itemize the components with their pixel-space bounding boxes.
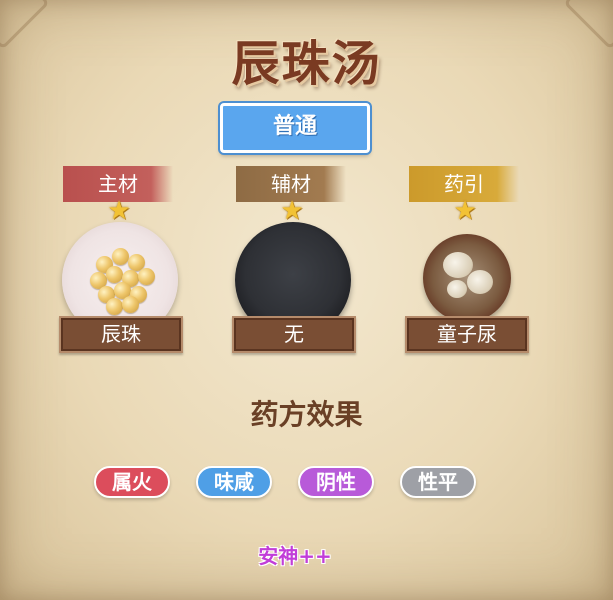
property-tag-salty: 味咸: [196, 466, 272, 498]
property-tag-yin: 阴性: [298, 466, 374, 498]
effects-title: 药方效果: [250, 398, 363, 431]
property-tag-fire: 属火: [94, 466, 170, 498]
star-icon: ★: [280, 196, 304, 226]
liquid-bowl-icon: [423, 234, 511, 322]
property-tag-neutral: 性平: [400, 466, 476, 498]
ingredient-name-plate: 童子尿: [405, 316, 529, 353]
grade-badge: 普通: [220, 103, 370, 153]
star-icon: ★: [107, 196, 131, 226]
ingredient-name-plate: 无: [232, 316, 356, 353]
star-icon: ★: [453, 196, 477, 226]
recipe-title: 辰珠汤: [231, 36, 382, 92]
effect-bonus-text: 安神++: [258, 544, 332, 568]
ingredient-name-plate: 辰珠: [59, 316, 183, 353]
